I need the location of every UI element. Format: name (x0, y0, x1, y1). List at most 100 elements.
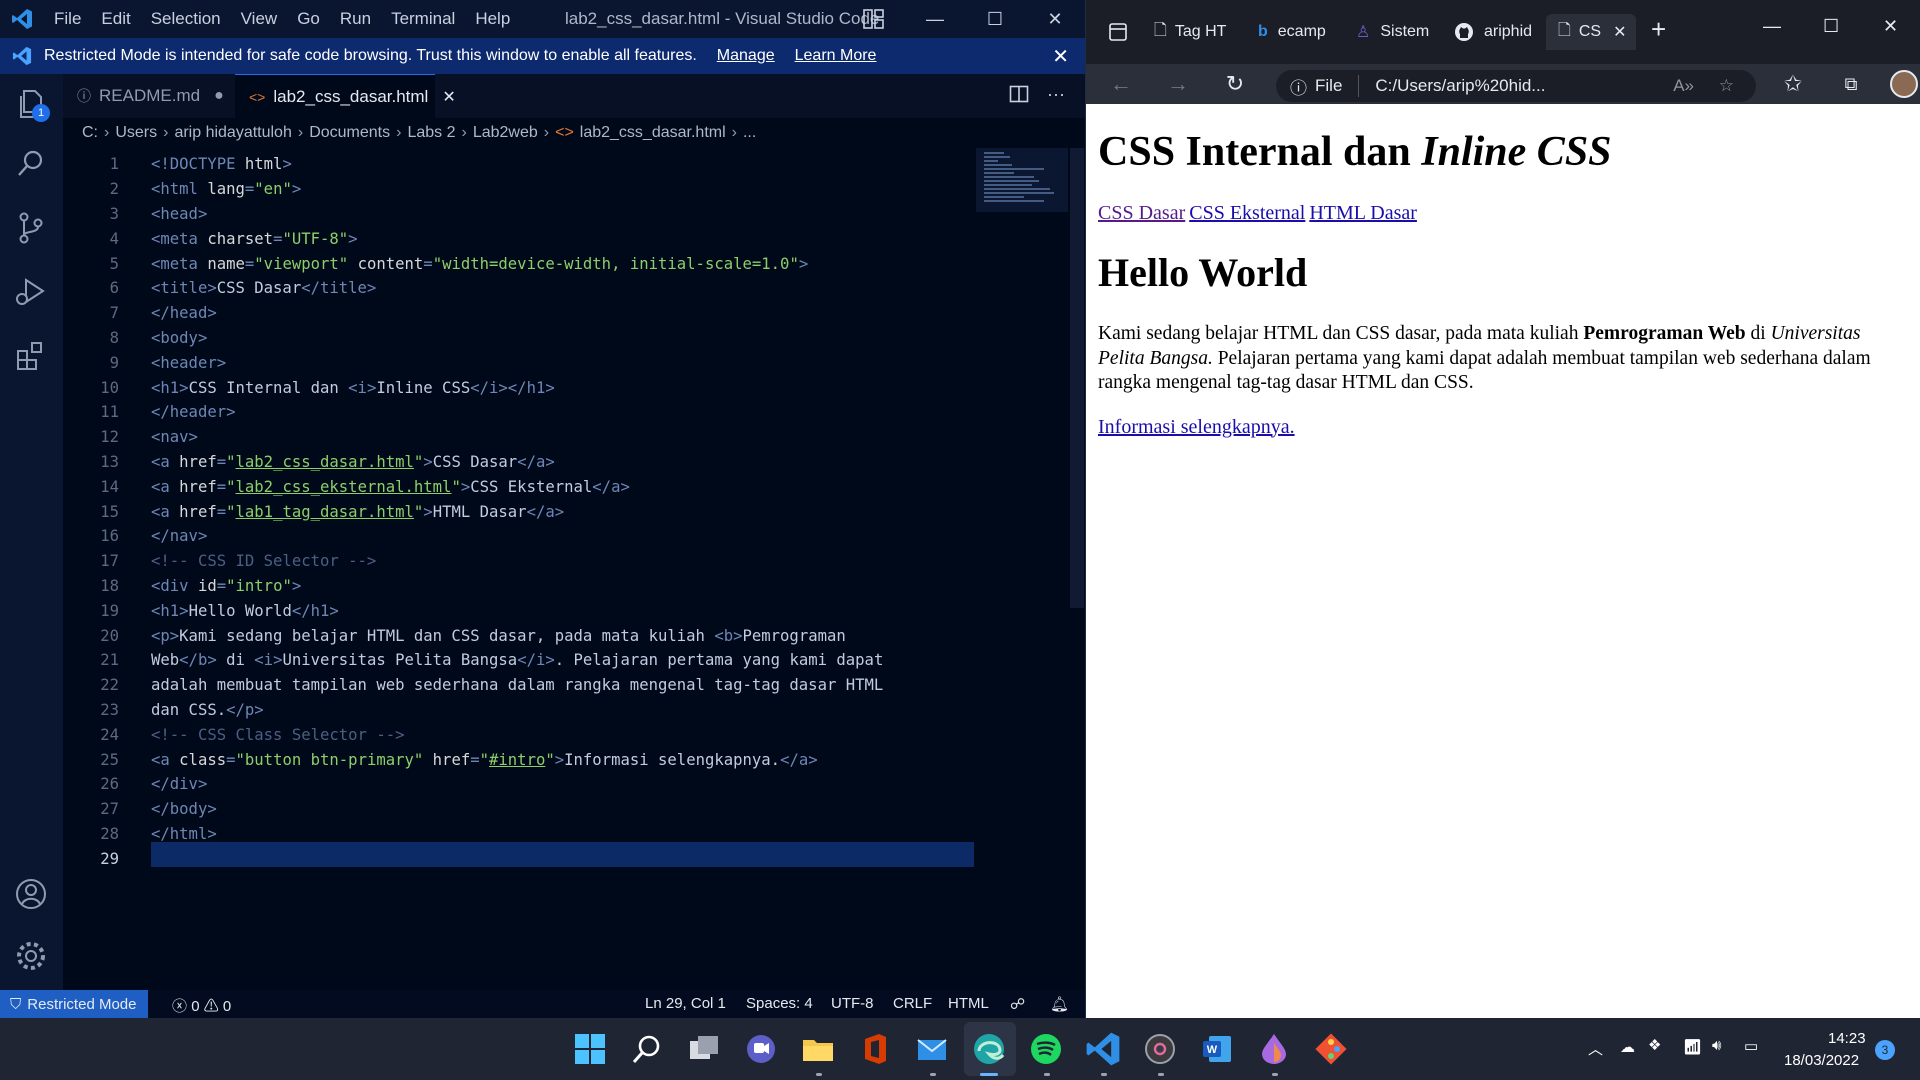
code-line[interactable]: </html> (151, 825, 217, 843)
split-editor-icon[interactable] (1009, 84, 1029, 104)
code-line[interactable]: dan CSS.</p> (151, 701, 264, 719)
drop-app-icon[interactable] (1256, 1031, 1292, 1067)
tab-actions-icon[interactable] (1108, 22, 1128, 42)
refresh-icon[interactable]: ↻ (1222, 72, 1248, 96)
tab-readme[interactable]: ⓘ README.md ● (63, 74, 235, 118)
restricted-mode-status[interactable]: ⛉ Restricted Mode (0, 990, 149, 1018)
code-line[interactable]: </body> (151, 800, 217, 818)
edge-browser-icon[interactable] (971, 1031, 1007, 1067)
source-control-icon[interactable] (13, 210, 49, 246)
git-kraken-icon[interactable] (1313, 1031, 1349, 1067)
code-line[interactable]: <!DOCTYPE html> (151, 155, 292, 173)
browser-tab[interactable]: 🗋︎ Tag HT (1154, 14, 1246, 50)
start-windows-icon[interactable] (572, 1031, 608, 1067)
breadcrumb-item[interactable]: C: (82, 124, 98, 142)
code-line[interactable]: <nav> (151, 428, 198, 446)
word-icon[interactable]: W (1199, 1031, 1235, 1067)
code-line[interactable]: Web</b> di <i>Universitas Pelita Bangsa<… (151, 651, 883, 669)
language-mode-status[interactable]: HTML (948, 995, 989, 1012)
code-line[interactable]: <p>Kami sedang belajar HTML dan CSS dasa… (151, 627, 846, 645)
notifications-bell-icon[interactable]: 🔔︎ (1050, 995, 1069, 1013)
more-info-link[interactable]: Informasi selengkapnya. (1098, 416, 1295, 438)
volume-icon[interactable]: 🔊︎ (1712, 1037, 1721, 1054)
code-line[interactable]: adalah membuat tampilan web sederhana da… (151, 676, 883, 694)
onedrive-icon[interactable]: ☁ (1620, 1038, 1635, 1056)
teams-chat-icon[interactable] (743, 1031, 779, 1067)
menu-run[interactable]: Run (330, 0, 381, 38)
code-line[interactable]: <h1>Hello World</h1> (151, 602, 339, 620)
office-icon[interactable] (857, 1031, 893, 1067)
feedback-icon[interactable]: ☍ (1010, 995, 1025, 1013)
menu-file[interactable]: File (44, 0, 91, 38)
code-line[interactable]: <a href="lab2_css_dasar.html">CSS Dasar<… (151, 453, 555, 471)
code-editor[interactable]: 1 <!DOCTYPE html> 2 <html lang="en"> 3 <hea… (63, 148, 1085, 990)
new-tab-icon[interactable]: + (1651, 14, 1666, 45)
favorites-icon[interactable]: ✩ (1780, 72, 1806, 96)
address-bar[interactable]: ⓘ File C:/Users/arip%20hid... A» ☆ (1276, 70, 1756, 102)
code-line[interactable]: <meta charset="UTF-8"> (151, 230, 358, 248)
problems-status[interactable]: ⓧ 0 ⚠ 0 (172, 995, 231, 1016)
code-line[interactable]: <div id="intro"> (151, 577, 301, 595)
maximize-icon[interactable]: ☐ (1823, 16, 1839, 37)
banner-learn-more-link[interactable]: Learn More (795, 47, 877, 65)
unsaved-dot-icon[interactable]: ● (214, 87, 224, 105)
encoding-status[interactable]: UTF-8 (831, 995, 874, 1012)
notification-count-badge[interactable]: 3 (1875, 1040, 1895, 1060)
breadcrumb-item[interactable]: Labs 2 (407, 124, 455, 142)
extensions-icon[interactable] (13, 338, 49, 374)
eol-status[interactable]: CRLF (893, 995, 932, 1012)
menu-edit[interactable]: Edit (91, 0, 140, 38)
show-hidden-icons-chevron-icon[interactable]: ︿ (1588, 1038, 1603, 1059)
battery-icon[interactable]: ▭ (1744, 1037, 1758, 1055)
mail-icon[interactable] (914, 1031, 950, 1067)
editor-scrollbar[interactable] (1070, 148, 1084, 608)
minimize-icon[interactable]: — (905, 0, 965, 38)
menu-go[interactable]: Go (287, 0, 330, 38)
add-favorite-icon[interactable]: ☆ (1719, 76, 1734, 96)
menu-view[interactable]: View (231, 0, 288, 38)
clock-date[interactable]: 18/03/2022 (1784, 1052, 1859, 1069)
minimap[interactable] (976, 148, 1068, 212)
breadcrumb-item[interactable]: Lab2web (473, 124, 538, 142)
media-player-icon[interactable] (1142, 1031, 1178, 1067)
cursor-position[interactable]: Ln 29, Col 1 (645, 995, 726, 1012)
code-line[interactable]: </nav> (151, 527, 207, 545)
spotify-icon[interactable] (1028, 1031, 1064, 1067)
code-line[interactable]: <header> (151, 354, 226, 372)
nav-link-css-dasar[interactable]: CSS Dasar (1098, 202, 1185, 224)
forward-arrow-icon[interactable]: → (1165, 72, 1191, 96)
maximize-icon[interactable]: ☐ (965, 0, 1025, 38)
settings-gear-icon[interactable] (13, 938, 49, 974)
vscode-taskbar-icon[interactable] (1085, 1031, 1121, 1067)
nav-link-css-eksternal[interactable]: CSS Eksternal (1189, 202, 1305, 224)
search-icon[interactable] (629, 1031, 665, 1067)
file-explorer-icon[interactable] (800, 1031, 836, 1067)
banner-manage-link[interactable]: Manage (717, 47, 775, 65)
indentation-status[interactable]: Spaces: 4 (746, 995, 813, 1012)
code-line[interactable]: <a href="lab2_css_eksternal.html">CSS Ek… (151, 478, 630, 496)
clock-time[interactable]: 14:23 (1828, 1030, 1866, 1047)
close-icon[interactable]: ✕ (1025, 0, 1085, 38)
run-debug-icon[interactable] (13, 274, 49, 310)
nav-link-html-dasar[interactable]: HTML Dasar (1309, 202, 1417, 224)
code-line[interactable]: <title>CSS Dasar</title> (151, 279, 376, 297)
code-line[interactable]: <meta name="viewport" content="width=dev… (151, 255, 808, 273)
browser-tab-active[interactable]: 🗋︎ CS ✕ (1546, 14, 1636, 50)
account-icon[interactable] (13, 876, 49, 912)
search-icon[interactable] (13, 146, 49, 182)
close-icon[interactable]: ✕ (1883, 16, 1898, 37)
collections-icon[interactable]: ⧉ (1838, 72, 1864, 96)
code-line[interactable]: </header> (151, 403, 236, 421)
code-line[interactable]: <head> (151, 205, 207, 223)
code-line[interactable]: <!-- CSS ID Selector --> (151, 552, 376, 570)
breadcrumb-item[interactable]: Documents (309, 124, 390, 142)
tab-close-icon[interactable]: ✕ (1613, 22, 1626, 42)
browser-tab[interactable]: b ecamp (1258, 14, 1354, 50)
task-view-icon[interactable] (686, 1031, 722, 1067)
code-line[interactable]: </div> (151, 775, 207, 793)
code-line[interactable]: <h1>CSS Internal dan <i>Inline CSS</i></… (151, 379, 555, 397)
menu-help[interactable]: Help (465, 0, 520, 38)
banner-close-icon[interactable]: ✕ (1052, 44, 1069, 69)
code-line[interactable]: <body> (151, 329, 207, 347)
code-line[interactable]: </head> (151, 304, 217, 322)
